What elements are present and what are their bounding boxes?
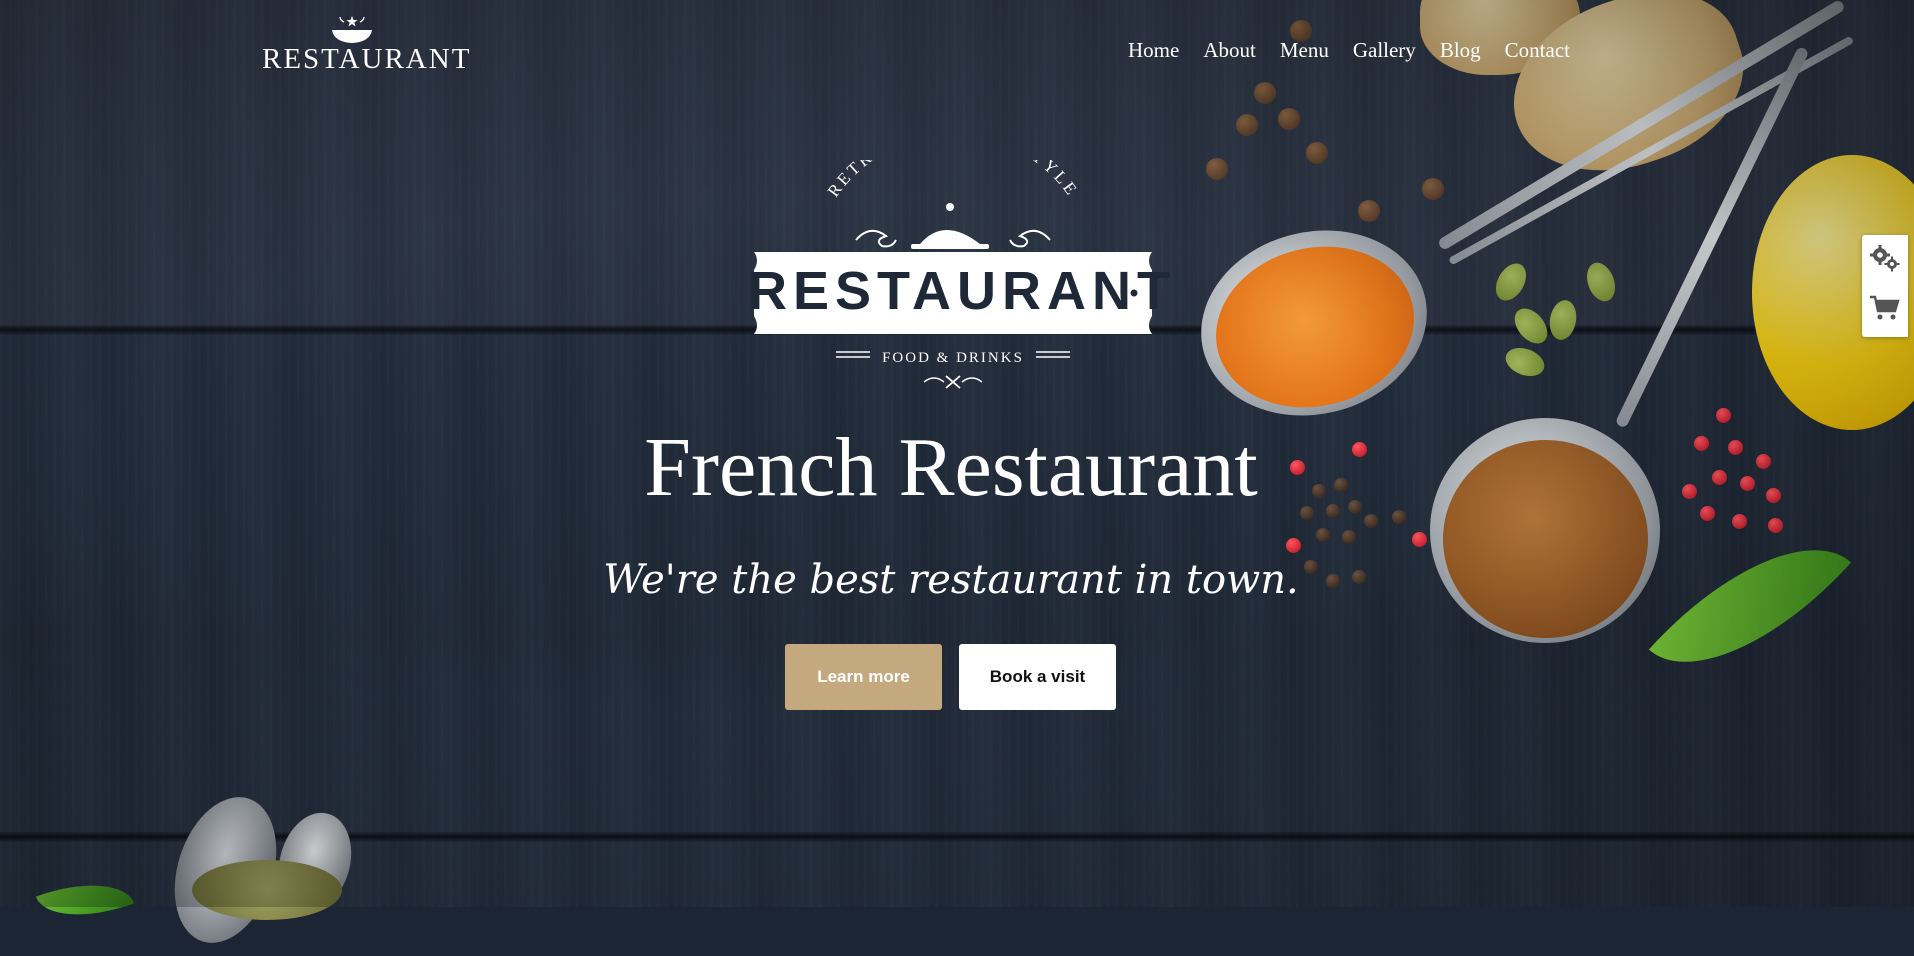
black-peppercorn-image xyxy=(1342,530,1356,544)
pink-peppercorn-image xyxy=(1768,518,1783,533)
cart-icon xyxy=(1869,294,1901,327)
site-logo[interactable]: RESTAURANT xyxy=(262,14,472,75)
allspice-image xyxy=(1422,178,1444,200)
badge-title: RESTAURANT xyxy=(748,261,1176,321)
settings-toggle[interactable] xyxy=(1862,235,1908,285)
black-peppercorn-image xyxy=(1316,528,1330,542)
dried-herbs-image xyxy=(192,860,342,920)
restaurant-badge-logo: RETRO AUTHENTIC STYLE RESTAURANT FOOD & … xyxy=(748,160,1176,390)
nav-blog[interactable]: Blog xyxy=(1440,38,1481,63)
allspice-image xyxy=(1278,108,1300,130)
side-tools-panel xyxy=(1862,235,1908,337)
pink-peppercorn-image xyxy=(1286,538,1301,553)
pink-peppercorn-image xyxy=(1412,532,1427,547)
allspice-image xyxy=(1206,158,1228,180)
nav-about[interactable]: About xyxy=(1203,38,1256,63)
nav-menu[interactable]: Menu xyxy=(1280,38,1329,63)
hero-tagline: We're the best restaurant in town. xyxy=(603,557,1299,603)
badge-subtitle: FOOD & DRINKS xyxy=(882,350,1024,366)
allspice-image xyxy=(1306,142,1328,164)
badge-arc-text: RETRO AUTHENTIC STYLE xyxy=(824,160,1082,200)
allspice-image xyxy=(1254,82,1276,104)
learn-more-button[interactable]: Learn more xyxy=(785,644,942,710)
nav-home[interactable]: Home xyxy=(1128,38,1179,63)
logo-text: RESTAURANT xyxy=(262,43,472,75)
hero-title: French Restaurant xyxy=(644,421,1258,514)
cart-button[interactable] xyxy=(1862,285,1908,335)
cloche-bowl-icon xyxy=(330,14,374,44)
nav-gallery[interactable]: Gallery xyxy=(1353,38,1416,63)
allspice-image xyxy=(1358,200,1380,222)
gears-icon xyxy=(1868,243,1902,278)
main-nav: Home About Menu Gallery Blog Contact xyxy=(1128,38,1594,63)
allspice-image xyxy=(1236,114,1258,136)
book-visit-button[interactable]: Book a visit xyxy=(959,644,1116,710)
nav-contact[interactable]: Contact xyxy=(1505,38,1570,63)
